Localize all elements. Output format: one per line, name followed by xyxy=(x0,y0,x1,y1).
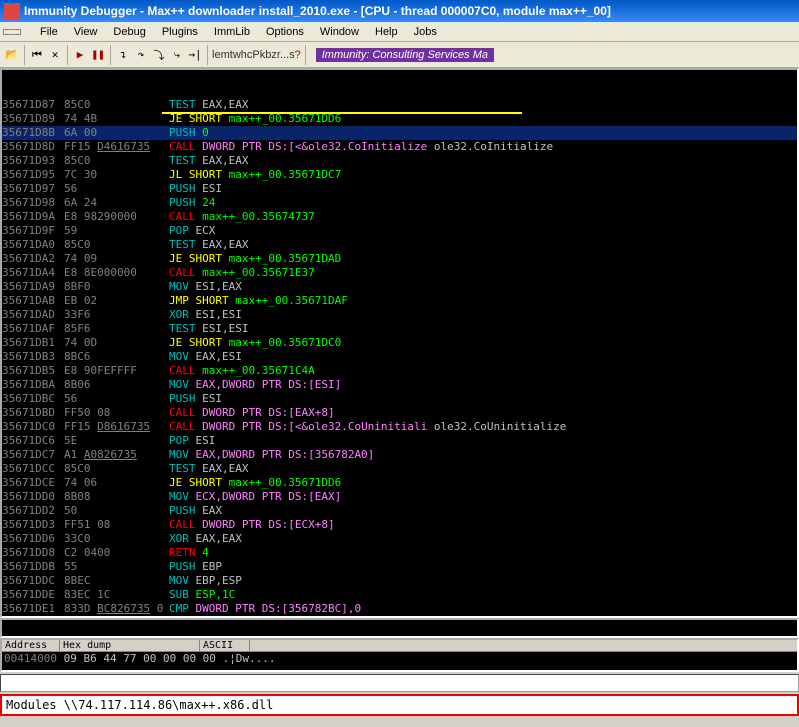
disasm-row[interactable]: 35671D8974 4BJE SHORT max++_00.35671DD6 xyxy=(2,112,797,126)
menu-file[interactable]: File xyxy=(32,24,66,40)
status-text: Modules \\74.117.114.86\max++.x86.dll xyxy=(6,698,273,712)
disasm-row[interactable]: 35671DDE83EC 1CSUB ESP,1C xyxy=(2,588,797,602)
sys-menu-icon[interactable] xyxy=(3,29,21,35)
disasm-row[interactable]: 35671DC65EPOP ESI xyxy=(2,434,797,448)
menu-view[interactable]: View xyxy=(66,24,106,40)
menu-immlib[interactable]: ImmLib xyxy=(206,24,258,40)
disasm-row[interactable]: 35671DCC85C0TEST EAX,EAX xyxy=(2,462,797,476)
disasm-row[interactable]: 35671D9F59POP ECX xyxy=(2,224,797,238)
toolbar-letter-...[interactable]: ... xyxy=(280,49,289,61)
disasm-row[interactable]: 35671D8DFF15 D4616735CALL DWORD PTR DS:[… xyxy=(2,140,797,154)
trace-over-icon[interactable]: ⤷ xyxy=(169,47,185,63)
menu-help[interactable]: Help xyxy=(367,24,406,40)
close-icon[interactable]: ✕ xyxy=(47,47,63,63)
rewind-icon[interactable]: ⏮ xyxy=(29,47,45,63)
toolbar-letter-?[interactable]: ? xyxy=(295,49,301,61)
menu-jobs[interactable]: Jobs xyxy=(406,24,445,40)
open-icon[interactable]: 📂 xyxy=(4,47,20,63)
toolbar-letter-m[interactable]: m xyxy=(221,49,230,61)
disasm-row[interactable]: 35671DB38BC6MOV EAX,ESI xyxy=(2,350,797,364)
disasm-row[interactable]: 35671DE1833D BC826735 0CMP DWORD PTR DS:… xyxy=(2,602,797,616)
hex-dump-pane[interactable]: Address Hex dump ASCII 00414000 09 B6 44… xyxy=(0,638,799,672)
info-pane xyxy=(0,618,799,638)
disasm-row[interactable]: 35671D9AE8 98290000CALL max++_00.3567473… xyxy=(2,210,797,224)
trace-into-icon[interactable]: ⤵ xyxy=(151,47,167,63)
dump-row[interactable]: 00414000 09 B6 44 77 00 00 00 00 .¦Dw...… xyxy=(2,652,797,665)
disasm-row[interactable]: 35671DD633C0XOR EAX,EAX xyxy=(2,532,797,546)
dump-col-address[interactable]: Address xyxy=(2,640,60,651)
disasm-row[interactable]: 35671DDC8BECMOV EBP,ESP xyxy=(2,574,797,588)
toolbar: 📂 ⏮ ✕ ▶ ❚❚ ↴ ↷ ⤵ ⤷ →| lemtwhcPkbzr...s? … xyxy=(0,42,799,68)
disasm-row[interactable]: 35671D8785C0TEST EAX,EAX xyxy=(2,98,797,112)
disasm-row[interactable]: 35671D986A 24PUSH 24 xyxy=(2,196,797,210)
disasm-row[interactable]: 35671DB5E8 90FEFFFFCALL max++_00.35671C4… xyxy=(2,364,797,378)
highlight-underline xyxy=(162,112,522,114)
dump-col-hex[interactable]: Hex dump xyxy=(60,640,200,651)
menu-options[interactable]: Options xyxy=(258,24,312,40)
disasm-row[interactable]: 35671DAD33F6XOR ESI,ESI xyxy=(2,308,797,322)
disasm-row[interactable]: 35671DCE74 06JE SHORT max++_00.35671DD6 xyxy=(2,476,797,490)
disasm-row[interactable]: 35671DD8C2 0400RETN 4 xyxy=(2,546,797,560)
disasm-row[interactable]: 35671DD250PUSH EAX xyxy=(2,504,797,518)
disasm-row[interactable]: 35671DE857PUSH EDI xyxy=(2,616,797,618)
toolbar-letter-w[interactable]: w xyxy=(233,49,241,61)
disassembly-pane[interactable]: 35671D8785C0TEST EAX,EAX35671D8974 4BJE … xyxy=(0,68,799,618)
disasm-row[interactable]: 35671D957C 30JL SHORT max++_00.35671DC7 xyxy=(2,168,797,182)
disasm-row[interactable]: 35671DA274 09JE SHORT max++_00.35671DAD xyxy=(2,252,797,266)
status-bar: Modules \\74.117.114.86\max++.x86.dll xyxy=(0,694,799,716)
immunity-brand-tag: Immunity: Consulting Services Ma xyxy=(316,48,494,62)
disasm-row[interactable]: 35671DC0FF15 D8616735CALL DWORD PTR DS:[… xyxy=(2,420,797,434)
disasm-row[interactable]: 35671DBC56PUSH ESI xyxy=(2,392,797,406)
step-into-icon[interactable]: ↴ xyxy=(115,47,131,63)
disasm-row[interactable]: 35671DABEB 02JMP SHORT max++_00.35671DAF xyxy=(2,294,797,308)
window-title: Immunity Debugger - Max++ downloader ins… xyxy=(24,4,611,18)
title-bar: Immunity Debugger - Max++ downloader ins… xyxy=(0,0,799,22)
dump-col-ascii[interactable]: ASCII xyxy=(200,640,250,651)
disasm-row[interactable]: 35671DBDFF50 08CALL DWORD PTR DS:[EAX+8] xyxy=(2,406,797,420)
disasm-row[interactable]: 35671DA085C0TEST EAX,EAX xyxy=(2,238,797,252)
disasm-row[interactable]: 35671DD08B08MOV ECX,DWORD PTR DS:[EAX] xyxy=(2,490,797,504)
run-to-icon[interactable]: →| xyxy=(187,47,203,63)
toolbar-letter-P[interactable]: P xyxy=(252,49,259,61)
disasm-row[interactable]: 35671DC7A1 A0826735MOV EAX,DWORD PTR DS:… xyxy=(2,448,797,462)
disasm-row[interactable]: 35671D8B6A 00PUSH 0 xyxy=(2,126,797,140)
menu-plugins[interactable]: Plugins xyxy=(154,24,206,40)
command-input[interactable] xyxy=(0,674,799,692)
menu-bar: FileViewDebugPluginsImmLibOptionsWindowH… xyxy=(0,22,799,42)
disasm-row[interactable]: 35671DAF85F6TEST ESI,ESI xyxy=(2,322,797,336)
disasm-row[interactable]: 35671D9385C0TEST EAX,EAX xyxy=(2,154,797,168)
disasm-row[interactable]: 35671D9756PUSH ESI xyxy=(2,182,797,196)
menu-window[interactable]: Window xyxy=(312,24,367,40)
disasm-row[interactable]: 35671DB174 0DJE SHORT max++_00.35671DC0 xyxy=(2,336,797,350)
app-icon xyxy=(4,3,20,19)
disasm-row[interactable]: 35671DA98BF0MOV ESI,EAX xyxy=(2,280,797,294)
menu-debug[interactable]: Debug xyxy=(105,24,153,40)
pause-icon[interactable]: ❚❚ xyxy=(90,47,106,63)
disasm-row[interactable]: 35671DDB55PUSH EBP xyxy=(2,560,797,574)
play-icon[interactable]: ▶ xyxy=(72,47,88,63)
disasm-row[interactable]: 35671DA4E8 8E000000CALL max++_00.35671E3… xyxy=(2,266,797,280)
step-over-icon[interactable]: ↷ xyxy=(133,47,149,63)
disasm-row[interactable]: 35671DBA8B06MOV EAX,DWORD PTR DS:[ESI] xyxy=(2,378,797,392)
disasm-row[interactable]: 35671DD3FF51 08CALL DWORD PTR DS:[ECX+8] xyxy=(2,518,797,532)
